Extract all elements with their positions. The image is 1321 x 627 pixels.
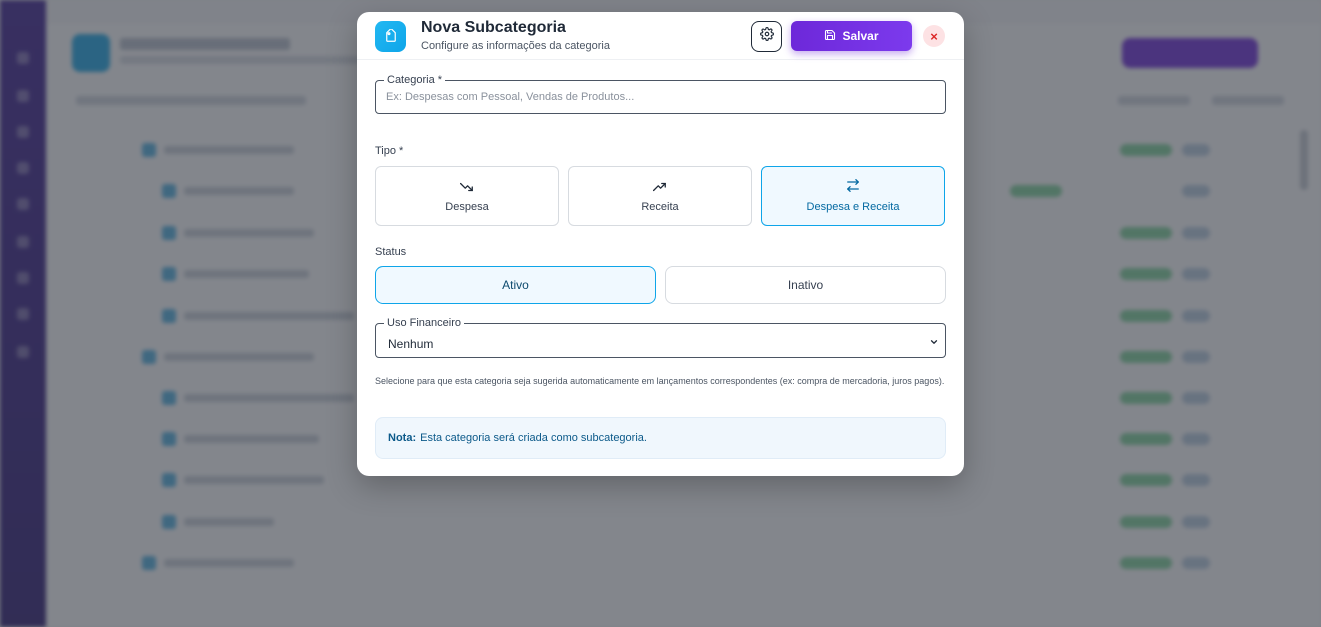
close-button[interactable]: × [923,25,945,47]
gear-icon [759,27,774,46]
trending-up-icon [652,179,667,197]
modal-title: Nova Subcategoria [421,19,566,36]
status-option-ativo[interactable]: Ativo [375,266,656,304]
modal-subtitle: Configure as informações da categoria [421,40,610,52]
save-button[interactable]: Salvar [791,21,912,51]
category-input[interactable] [376,81,945,113]
arrows-exchange-icon [846,179,860,197]
save-icon [824,29,836,44]
status-option-inativo[interactable]: Inativo [665,266,946,304]
new-subcategory-modal: Nova Subcategoria Configure as informaçõ… [357,12,964,476]
financial-use-label: Uso Financeiro [384,316,464,330]
type-label: Tipo * [375,145,404,157]
type-option-label: Receita [641,201,679,213]
financial-use-value: Nenhum [388,337,434,351]
tag-icon [375,21,406,52]
note-text: Esta categoria será criada como subcateg… [420,432,647,444]
type-option-despesa[interactable]: Despesa [375,166,559,226]
chevron-down-icon [929,334,939,352]
settings-button[interactable] [751,21,782,52]
info-note: Nota: Esta categoria será criada como su… [375,417,946,459]
close-icon: × [930,28,938,44]
type-option-receita[interactable]: Receita [568,166,752,226]
trending-down-icon [459,179,474,197]
financial-use-select[interactable]: Uso Financeiro Nenhum [375,316,946,358]
modal-header: Nova Subcategoria Configure as informaçõ… [357,12,964,60]
type-option-despesa-e-receita[interactable]: Despesa e Receita [761,166,945,226]
save-button-label: Salvar [842,29,879,43]
category-field: Categoria * [375,73,946,114]
type-option-label: Despesa [445,201,489,213]
note-prefix: Nota: [388,432,417,444]
financial-use-helper-text: Selecione para que esta categoria seja s… [375,376,945,386]
status-label: Status [375,246,407,258]
type-option-label: Despesa e Receita [806,201,900,213]
